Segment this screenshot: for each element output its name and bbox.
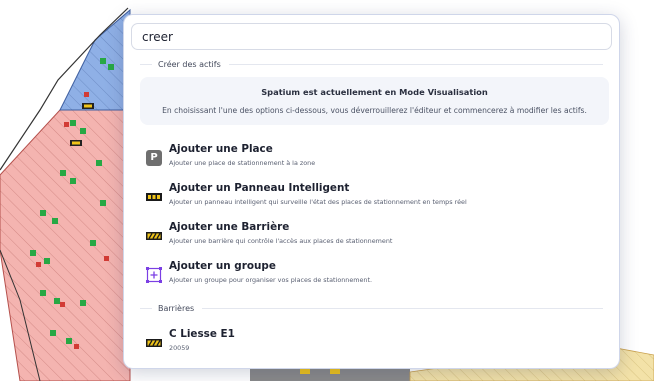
action-subtitle: Ajouter une place de stationnement à la … [169,159,316,167]
action-title: Ajouter un groupe [169,260,276,272]
notice-text: En choisissant l'une des options ci-dess… [162,106,587,115]
section-create-assets: Créer des actifs [140,60,603,69]
barrier-result-title: C Liesse E1 [169,328,235,340]
action-subtitle: Ajouter une barrière qui contrôle l'accè… [169,237,393,245]
action-title: Ajouter une Place [169,143,273,155]
action-title: Ajouter une Barrière [169,221,290,233]
action-add-place[interactable]: P Ajouter une Place Ajouter une place de… [140,143,610,175]
action-add-barrier[interactable]: Ajouter une Barrière Ajouter une barrièr… [140,221,610,253]
barrier-result-id: 20059 [169,344,190,352]
search-input[interactable] [131,23,612,50]
barrier-icon [146,232,162,240]
action-subtitle: Ajouter un groupe pour organiser vos pla… [169,276,373,284]
barrier-icon [146,339,162,347]
section-label: Barrières [158,304,195,313]
command-palette: Créer des actifs Spatium est actuellemen… [123,14,620,369]
action-subtitle: Ajouter un panneau intelligent qui surve… [169,198,467,206]
section-barriers: Barrières [140,304,603,313]
barrier-result-item[interactable]: C Liesse E1 20059 [140,328,610,360]
action-title: Ajouter un Panneau Intelligent [169,182,350,194]
action-add-smart-panel[interactable]: Ajouter un Panneau Intelligent Ajouter u… [140,182,610,214]
group-icon [146,267,162,283]
smart-panel-icon [146,193,162,201]
action-add-group[interactable]: Ajouter un groupe Ajouter un groupe pour… [140,260,610,292]
section-label: Créer des actifs [158,60,221,69]
parking-p-icon: P [146,150,162,166]
notice-title: Spatium est actuellement en Mode Visuali… [261,87,488,97]
map-blue-zone[interactable] [59,8,131,111]
view-mode-notice: Spatium est actuellement en Mode Visuali… [140,77,609,125]
